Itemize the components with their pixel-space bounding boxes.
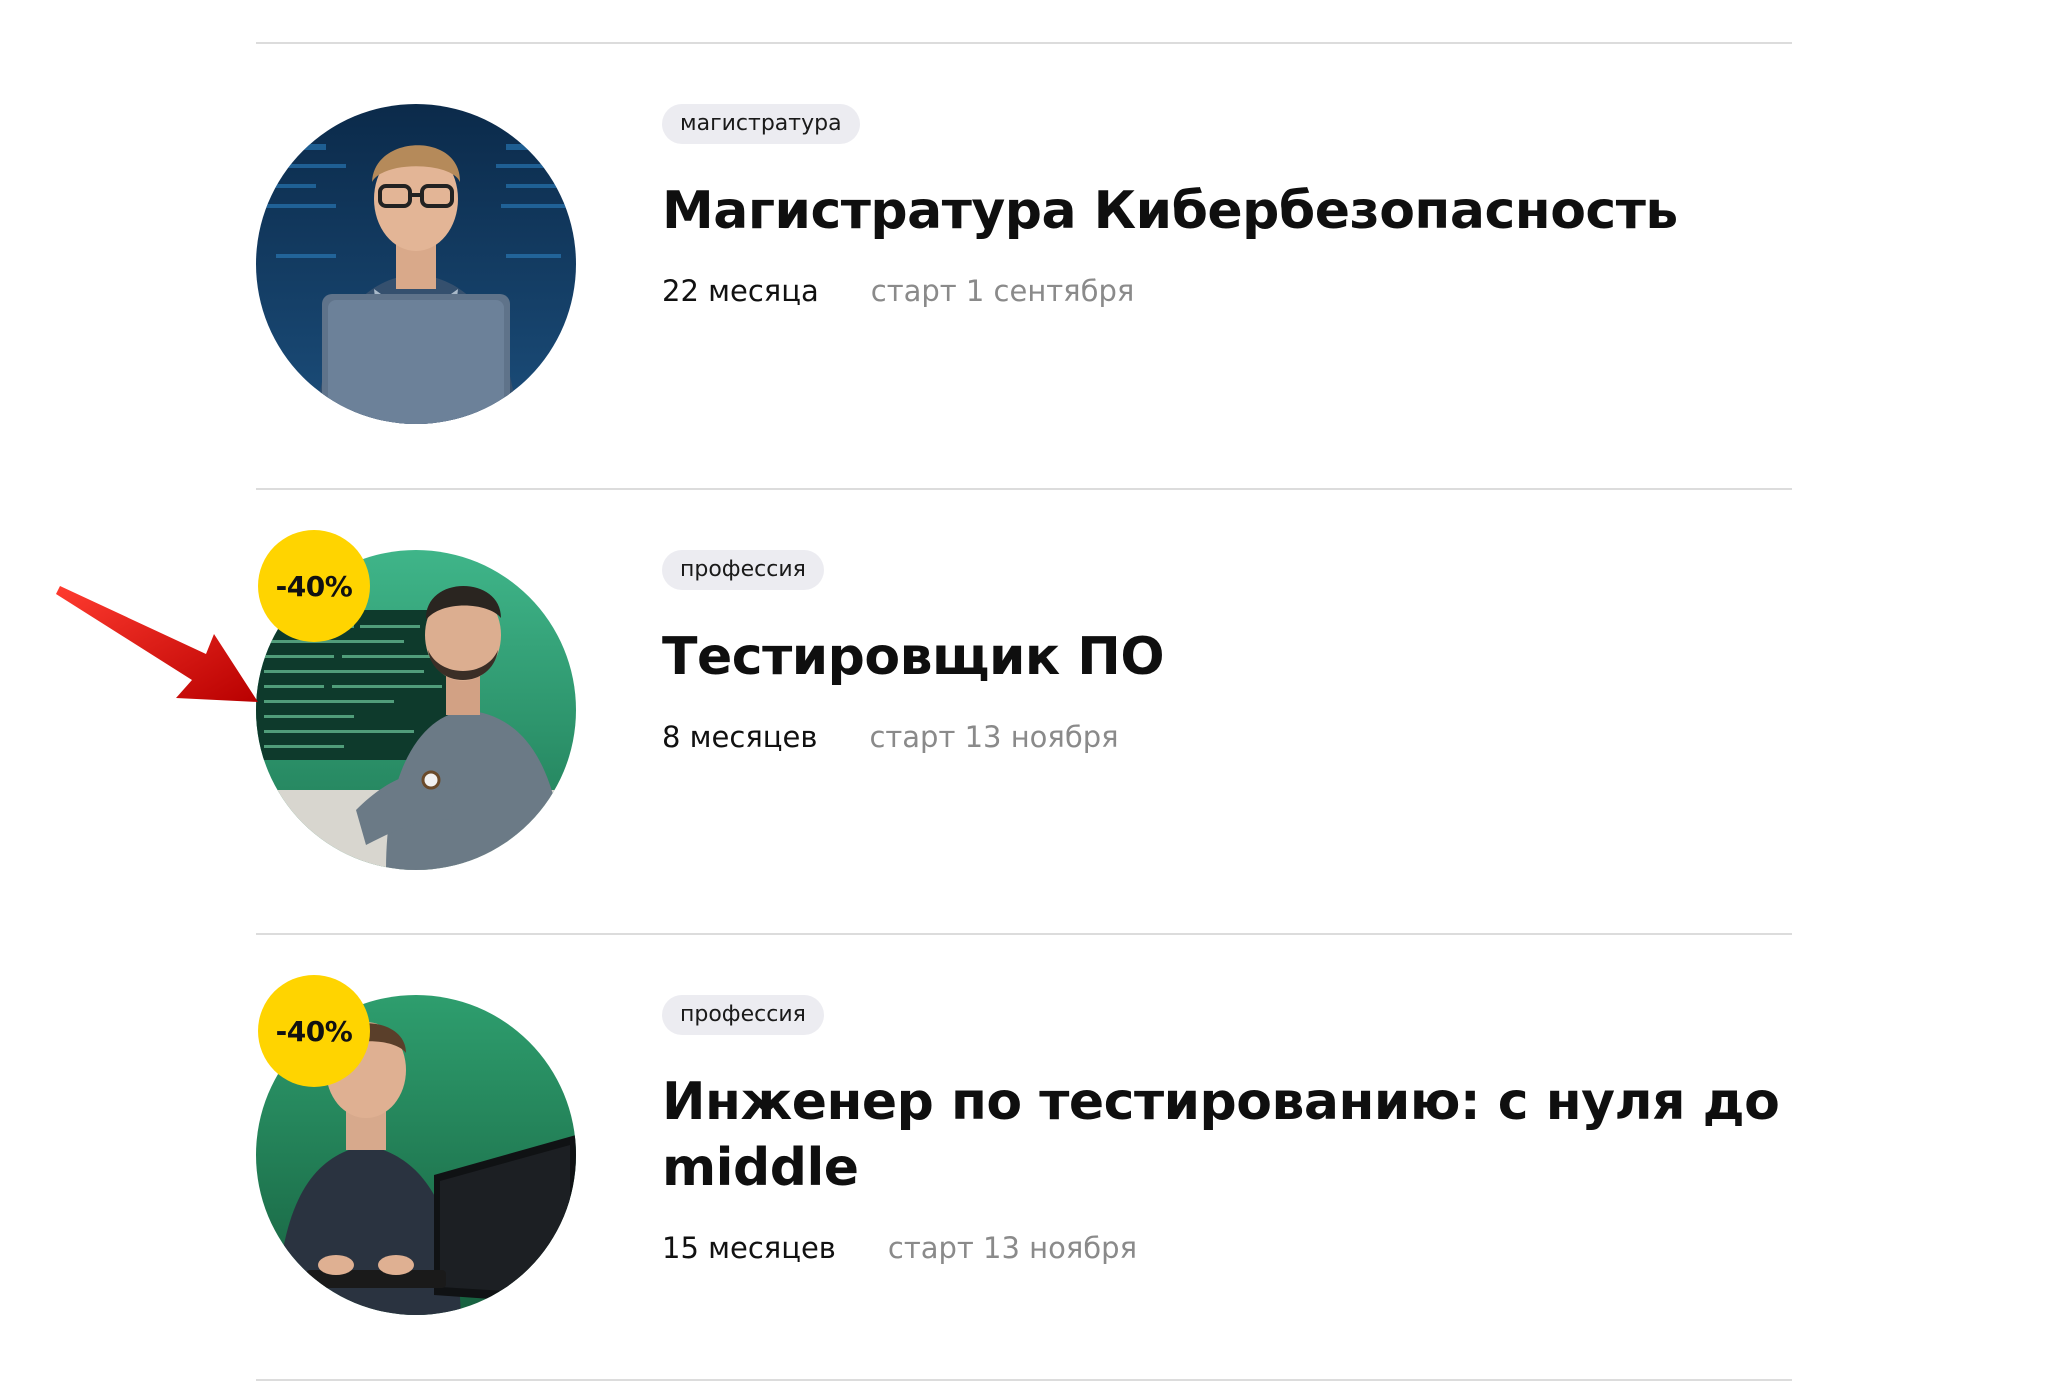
divider-top	[256, 42, 1792, 44]
divider-2	[256, 933, 1792, 935]
divider-1	[256, 488, 1792, 490]
course-info: магистратура Магистратура Кибербезопасно…	[662, 104, 1782, 308]
course-type-tag: магистратура	[662, 104, 860, 144]
course-image	[256, 104, 576, 424]
course-duration: 22 месяца	[662, 274, 819, 308]
course-meta: 8 месяцев старт 13 ноября	[662, 720, 1782, 754]
discount-badge: -40%	[258, 975, 370, 1087]
course-type-tag: профессия	[662, 995, 824, 1035]
course-title[interactable]: Тестировщик ПО	[662, 624, 1782, 690]
course-meta: 15 месяцев старт 13 ноября	[662, 1231, 1782, 1265]
course-start-date: старт 13 ноября	[887, 1231, 1138, 1265]
red-arrow-icon	[56, 586, 258, 702]
course-meta: 22 месяца старт 1 сентября	[662, 274, 1782, 308]
discount-badge: -40%	[258, 530, 370, 642]
course-duration: 8 месяцев	[662, 720, 818, 754]
divider-bottom	[256, 1379, 1792, 1381]
course-title[interactable]: Магистратура Кибербезопасность	[662, 178, 1782, 244]
course-type-tag: профессия	[662, 550, 824, 590]
course-info: профессия Тестировщик ПО 8 месяцев старт …	[662, 550, 1782, 754]
course-start-date: старт 1 сентября	[870, 274, 1135, 308]
course-duration: 15 месяцев	[662, 1231, 836, 1265]
course-info: профессия Инженер по тестированию: с нул…	[662, 995, 1782, 1265]
course-start-date: старт 13 ноября	[869, 720, 1119, 754]
course-title[interactable]: Инженер по тестированию: с нуля до middl…	[662, 1069, 1782, 1201]
